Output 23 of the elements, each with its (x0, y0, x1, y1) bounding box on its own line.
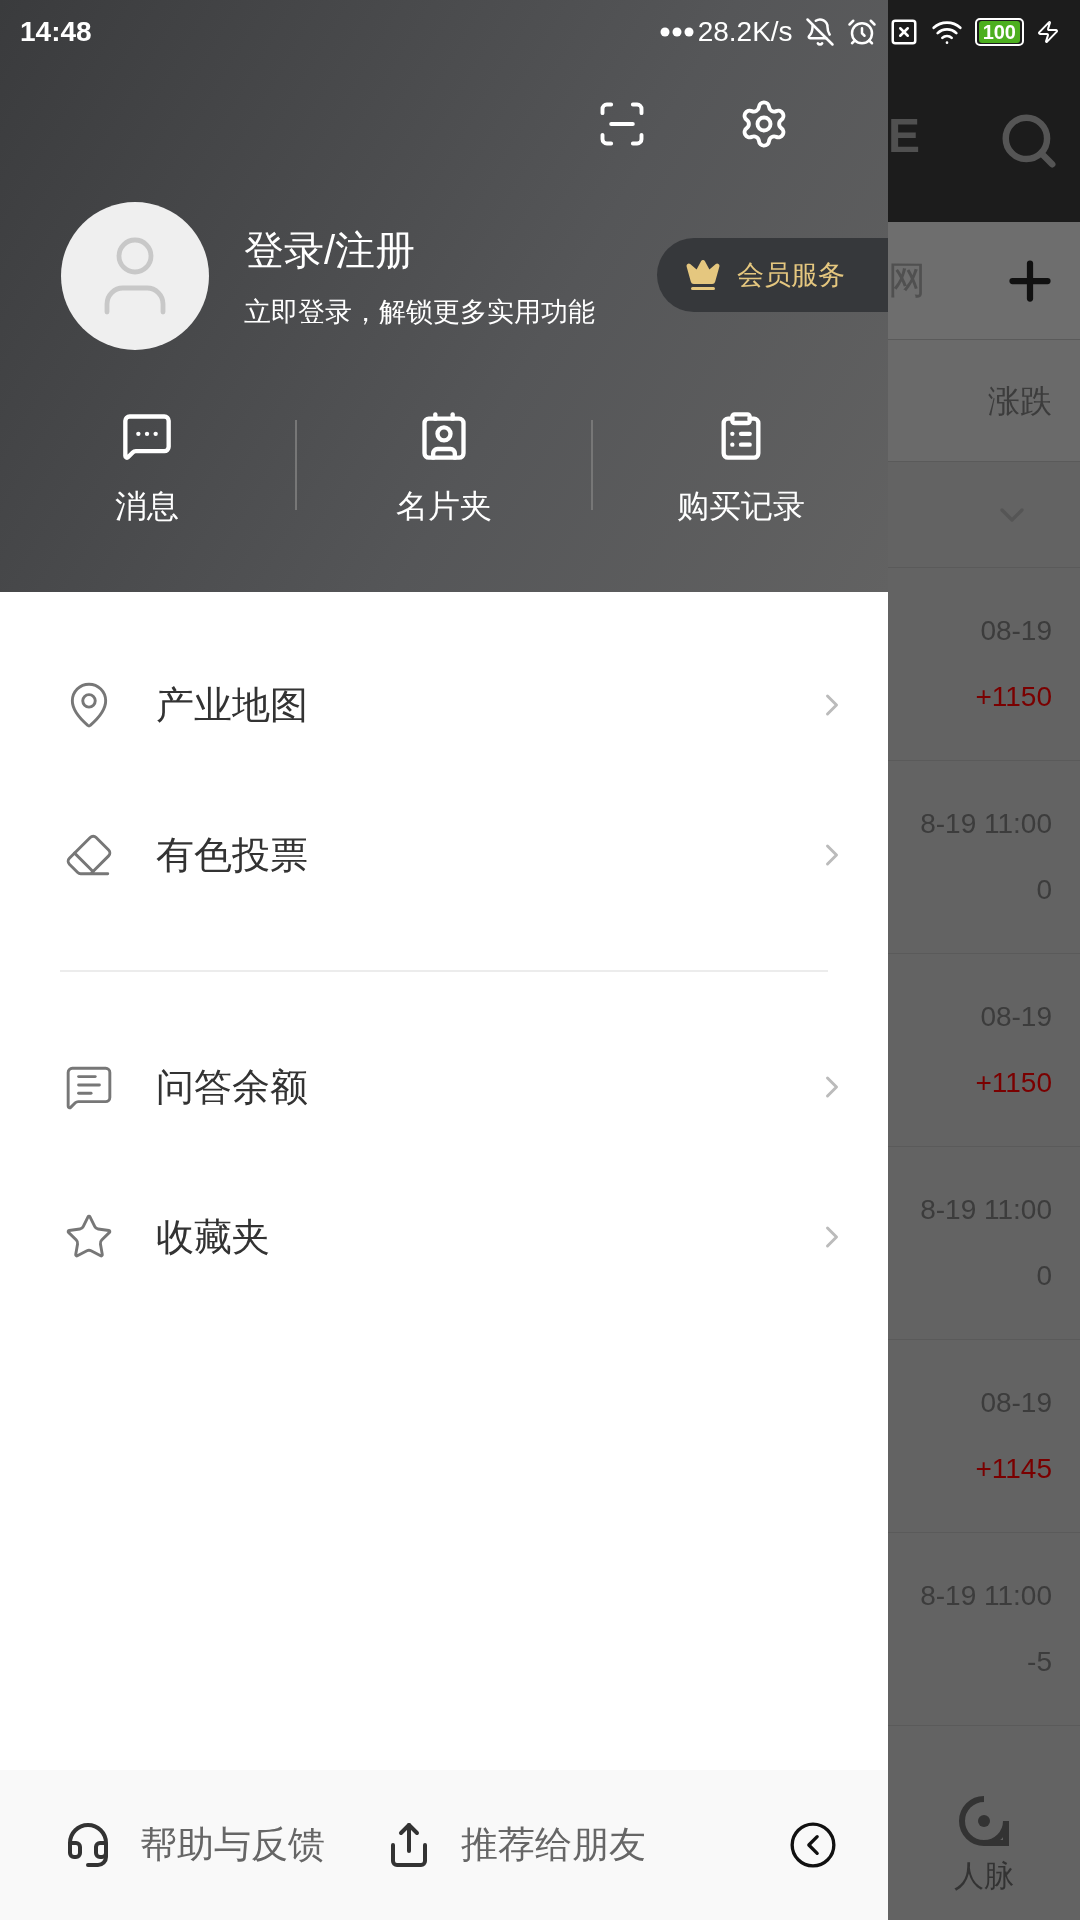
crown-icon (685, 257, 721, 293)
menu-item[interactable]: 问答余额 (0, 1012, 888, 1162)
more-dots-icon (659, 27, 694, 37)
network-speed: 28.2K/s (697, 15, 793, 49)
collapse-button[interactable] (788, 1820, 838, 1870)
menu-item[interactable]: 有色投票 (0, 780, 888, 930)
row-change: +1145 (975, 1452, 1052, 1486)
bell-off-icon (804, 17, 835, 47)
shortcut-button[interactable]: 消息 (0, 410, 295, 530)
login-subtitle: 立即登录，解锁更多实用功能 (244, 295, 595, 329)
menu-item[interactable]: 收藏夹 (0, 1162, 888, 1312)
alarm-icon (846, 17, 877, 47)
row-change: +1150 (975, 680, 1052, 714)
footer-link[interactable]: 推荐给朋友 (385, 1817, 646, 1873)
shortcut-button[interactable]: 名片夹 (296, 410, 592, 530)
status-time: 14:48 (20, 15, 92, 49)
member-service-button[interactable]: 会员服务 (657, 238, 888, 312)
menu-item[interactable]: 产业地图 (0, 630, 888, 780)
footer-link[interactable]: 帮助与反馈 (64, 1817, 325, 1873)
login-title[interactable]: 登录/注册 (244, 219, 595, 280)
shortcut-button[interactable]: 购买记录 (593, 410, 888, 530)
row-change: +1150 (975, 1066, 1052, 1100)
charging-icon (1036, 20, 1060, 44)
